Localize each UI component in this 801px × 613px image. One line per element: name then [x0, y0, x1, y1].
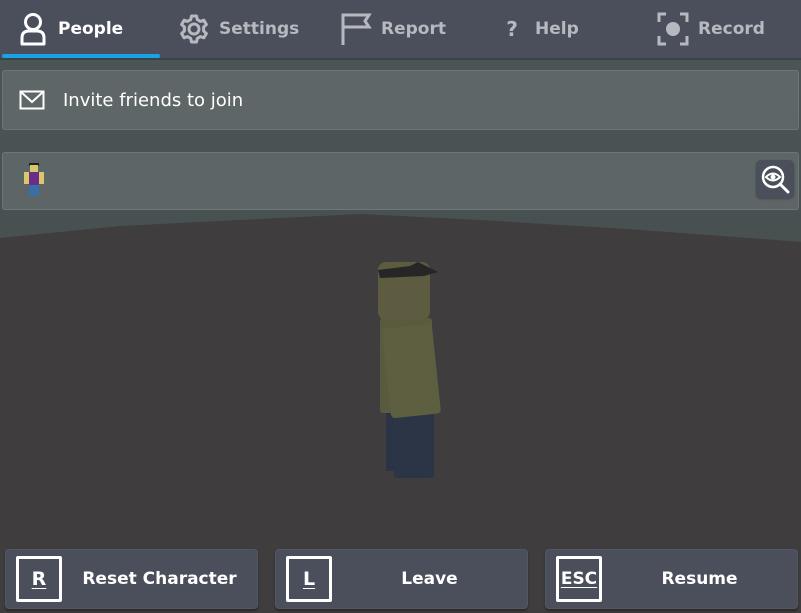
question-icon: ?: [506, 17, 518, 41]
tab-help-label: Help: [535, 19, 579, 39]
tab-people-label: People: [58, 19, 124, 39]
keycap-l: L: [286, 556, 332, 602]
reset-character-button[interactable]: R Reset Character: [5, 549, 258, 609]
leave-label: Leave: [401, 569, 458, 589]
tab-record[interactable]: Record: [640, 0, 801, 58]
tab-report[interactable]: Report: [320, 0, 480, 58]
invite-friends-label: Invite friends to join: [63, 89, 244, 111]
tab-report-label: Report: [381, 19, 446, 39]
inspect-player-button[interactable]: [756, 160, 794, 198]
flag-icon: [339, 12, 373, 46]
tab-record-label: Record: [698, 19, 765, 39]
keycap-r: R: [16, 556, 62, 602]
leave-button[interactable]: L Leave: [275, 549, 528, 609]
resume-label: Resume: [661, 569, 738, 589]
tab-settings-label: Settings: [219, 19, 300, 39]
person-icon: [16, 12, 50, 46]
player-list-item: [2, 152, 799, 210]
player-avatar: [24, 163, 44, 196]
mail-icon: [19, 90, 45, 110]
menu-tab-bar: People Settings Report ? Help Record: [0, 0, 801, 60]
invite-friends-button[interactable]: Invite friends to join: [2, 70, 799, 130]
inspect-icon: [761, 165, 790, 194]
player-character: [378, 262, 441, 478]
record-icon: [656, 12, 690, 46]
reset-character-label: Reset Character: [82, 569, 237, 589]
tab-people[interactable]: People: [0, 0, 160, 58]
resume-button[interactable]: ESC Resume: [545, 549, 798, 609]
keycap-esc: ESC: [556, 556, 602, 602]
gear-icon: [177, 12, 211, 46]
tab-settings[interactable]: Settings: [160, 0, 320, 58]
tab-help[interactable]: ? Help: [480, 0, 640, 58]
